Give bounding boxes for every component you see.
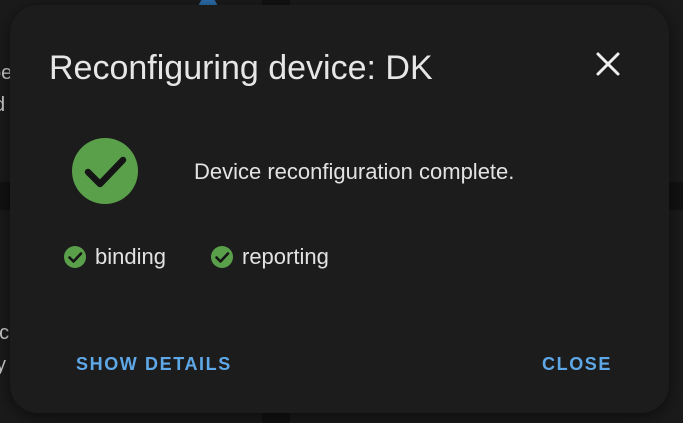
step-reporting: reporting <box>211 243 329 271</box>
step-binding: binding <box>64 243 166 271</box>
reconfigure-dialog: Reconfiguring device: DK Device reconfig… <box>10 5 669 413</box>
step-label: reporting <box>242 244 329 269</box>
show-details-button[interactable]: SHOW DETAILS <box>76 353 232 375</box>
background-text-fragment: nc <box>0 322 10 344</box>
dialog-title: Reconfiguring device: DK <box>49 49 433 87</box>
background-text-fragment: d <box>0 94 5 117</box>
check-circle-icon <box>72 138 138 204</box>
check-circle-icon <box>211 246 233 268</box>
close-button[interactable]: CLOSE <box>542 353 612 375</box>
close-icon[interactable] <box>593 49 623 79</box>
check-circle-icon <box>64 246 86 268</box>
status-message: Device reconfiguration complete. <box>194 159 515 184</box>
step-label: binding <box>95 244 166 269</box>
background-text-fragment: y <box>0 354 6 376</box>
